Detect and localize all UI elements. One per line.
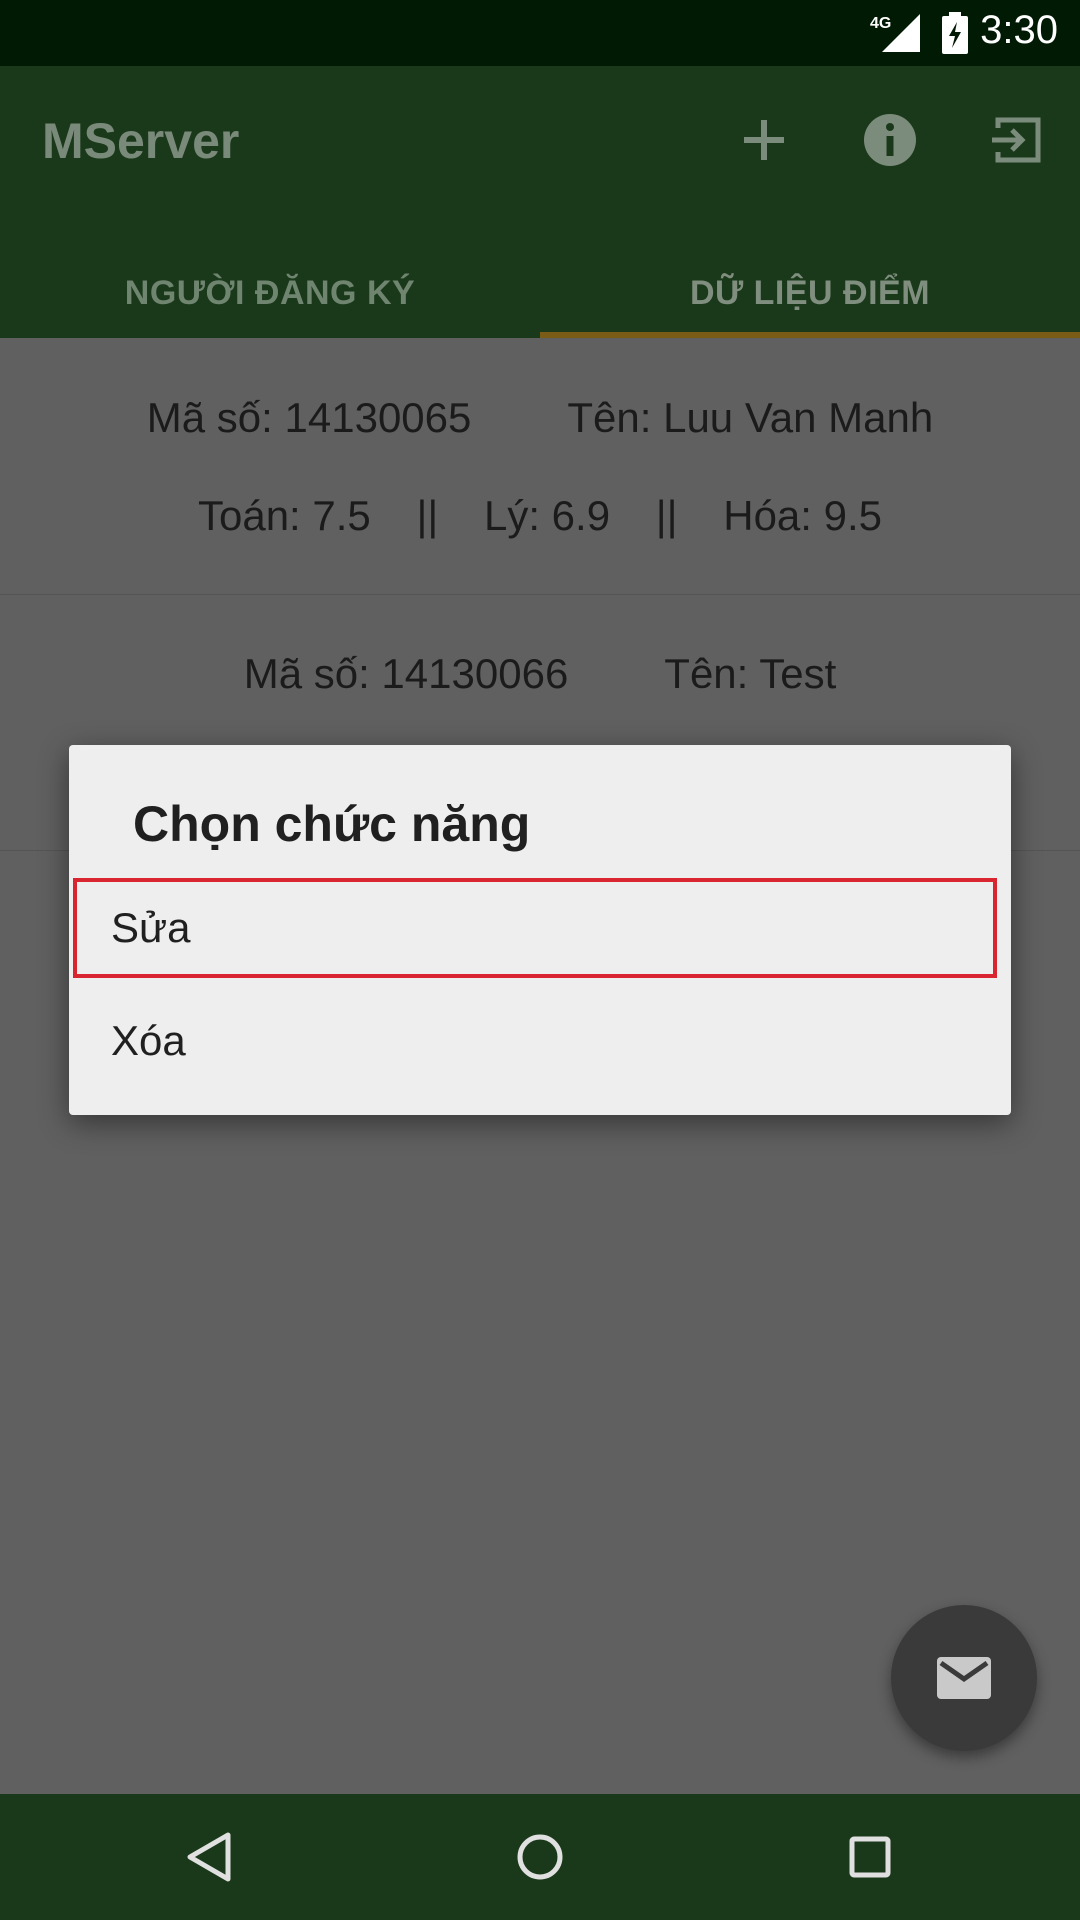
student-name: Tên: Luu Van Manh [567, 394, 934, 441]
recent-apps-icon[interactable] [840, 1827, 900, 1887]
list-item[interactable]: Mã số: 14130065 Tên: Luu Van Manh Toán: 7… [0, 338, 1080, 595]
status-bar: 4G 3:30 [0, 0, 1080, 66]
student-id: Mã số: 14130065 [146, 394, 472, 441]
delete-option[interactable]: Xóa [69, 977, 1011, 1105]
student-name: Tên: Test [664, 650, 837, 697]
app-bar: MServer NGƯỜI ĐĂNG KÝ DỮ LIỆU ĐIỂM [0, 66, 1080, 338]
svg-text:4G: 4G [870, 15, 891, 32]
tab-bar: NGƯỜI ĐĂNG KÝ DỮ LIỆU ĐIỂM [0, 248, 1080, 338]
add-icon[interactable] [734, 110, 794, 170]
logout-icon[interactable] [986, 110, 1046, 170]
tab-score-data[interactable]: DỮ LIỆU ĐIỂM [540, 248, 1080, 338]
chemistry-score: Hóa: 9.5 [723, 492, 883, 539]
home-icon[interactable] [510, 1827, 570, 1887]
back-icon[interactable] [180, 1827, 240, 1887]
separator: || [655, 492, 678, 539]
navigation-bar [0, 1794, 1080, 1920]
separator: || [416, 492, 439, 539]
mail-icon [937, 1657, 991, 1699]
mail-fab-button[interactable] [891, 1605, 1037, 1751]
highlight-box [73, 878, 997, 978]
math-score: Toán: 7.5 [197, 492, 371, 539]
list-item-header: Mã số: 14130066 Tên: Test [0, 650, 1080, 698]
dialog-title: Chọn chức năng [133, 796, 531, 852]
list-item-header: Mã số: 14130065 Tên: Luu Van Manh [0, 394, 1080, 442]
choose-action-dialog: Chọn chức năng Sửa Xóa [69, 745, 1011, 1115]
list-item-scores: Toán: 7.5 || Lý: 6.9 || Hóa: 9.5 [0, 492, 1080, 540]
tab-registrants[interactable]: NGƯỜI ĐĂNG KÝ [0, 248, 540, 338]
signal-4g-icon: 4G [870, 14, 920, 52]
student-id: Mã số: 14130066 [243, 650, 569, 697]
battery-charging-icon [942, 12, 968, 54]
info-icon[interactable] [860, 110, 920, 170]
physics-score: Lý: 6.9 [483, 492, 611, 539]
app-title: MServer [42, 113, 240, 169]
clock: 3:30 [980, 8, 1058, 52]
